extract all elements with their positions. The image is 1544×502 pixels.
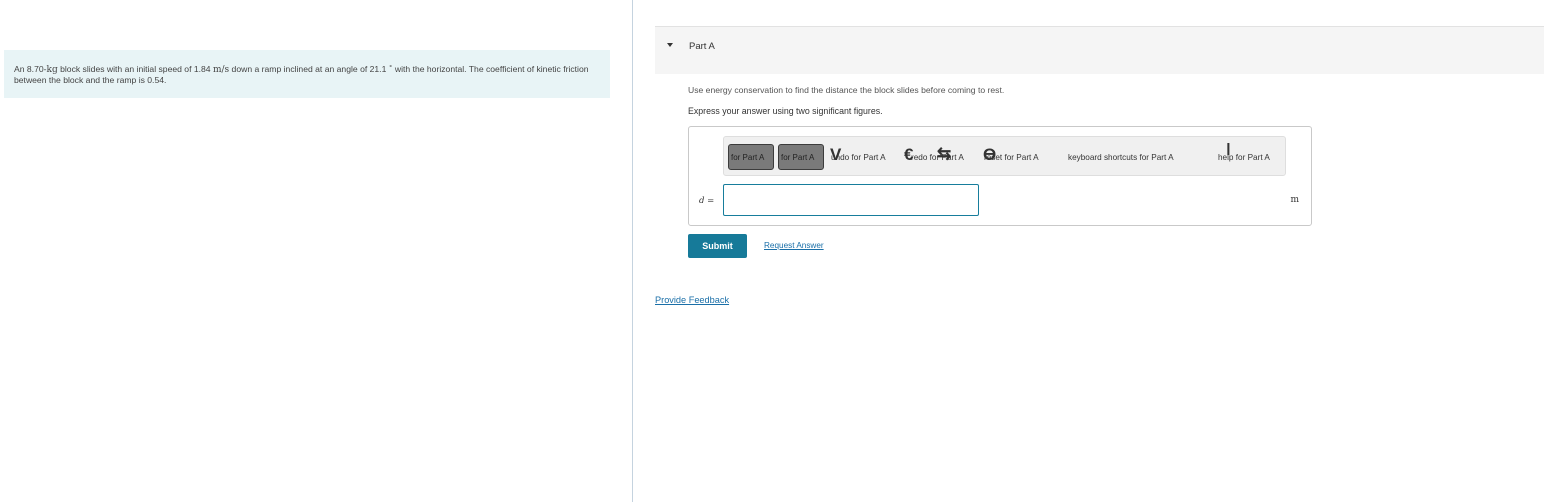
- answer-box: for Part A for Part A V undo for Part A …: [688, 126, 1312, 226]
- problem-text-1: An 8.70-: [14, 64, 47, 74]
- part-title: Part A: [689, 41, 715, 52]
- answer-pane: Part A Use energy conservation to find t…: [633, 0, 1544, 502]
- submit-button[interactable]: Submit: [688, 234, 747, 258]
- provide-feedback-link[interactable]: Provide Feedback: [655, 295, 729, 305]
- problem-pane: An 8.70-kg block slides with an initial …: [0, 0, 632, 502]
- help-button[interactable]: help for Part A: [1218, 153, 1270, 162]
- answer-input[interactable]: [723, 184, 979, 216]
- math-toolbar: for Part A for Part A V undo for Part A …: [723, 136, 1286, 176]
- unit-label: m: [1290, 195, 1299, 205]
- symbols-button[interactable]: for Part A: [778, 144, 824, 170]
- variable-label: d =: [699, 196, 715, 206]
- answer-format-instruction: Express your answer using two significan…: [688, 106, 883, 116]
- speed-unit: m/s: [212, 65, 230, 75]
- mass-unit: kg: [46, 65, 58, 75]
- reset-button[interactable]: reset for Part A: [984, 153, 1039, 162]
- part-a-header[interactable]: Part A: [655, 27, 1544, 74]
- keyboard-shortcuts-button[interactable]: keyboard shortcuts for Part A: [1068, 153, 1174, 162]
- problem-statement: An 8.70-kg block slides with an initial …: [4, 50, 610, 98]
- templates-button[interactable]: for Part A: [728, 144, 774, 170]
- request-answer-link[interactable]: Request Answer: [764, 241, 824, 250]
- problem-text-3: down a ramp inclined at an angle of 21.1: [229, 64, 389, 74]
- caret-down-icon[interactable]: [667, 43, 673, 47]
- undo-button[interactable]: undo for Part A: [831, 153, 886, 162]
- reset-icon[interactable]: ⇆: [937, 145, 951, 162]
- problem-text-2: block slides with an initial speed of 1.…: [57, 64, 213, 74]
- part-instruction: Use energy conservation to find the dist…: [688, 85, 1005, 95]
